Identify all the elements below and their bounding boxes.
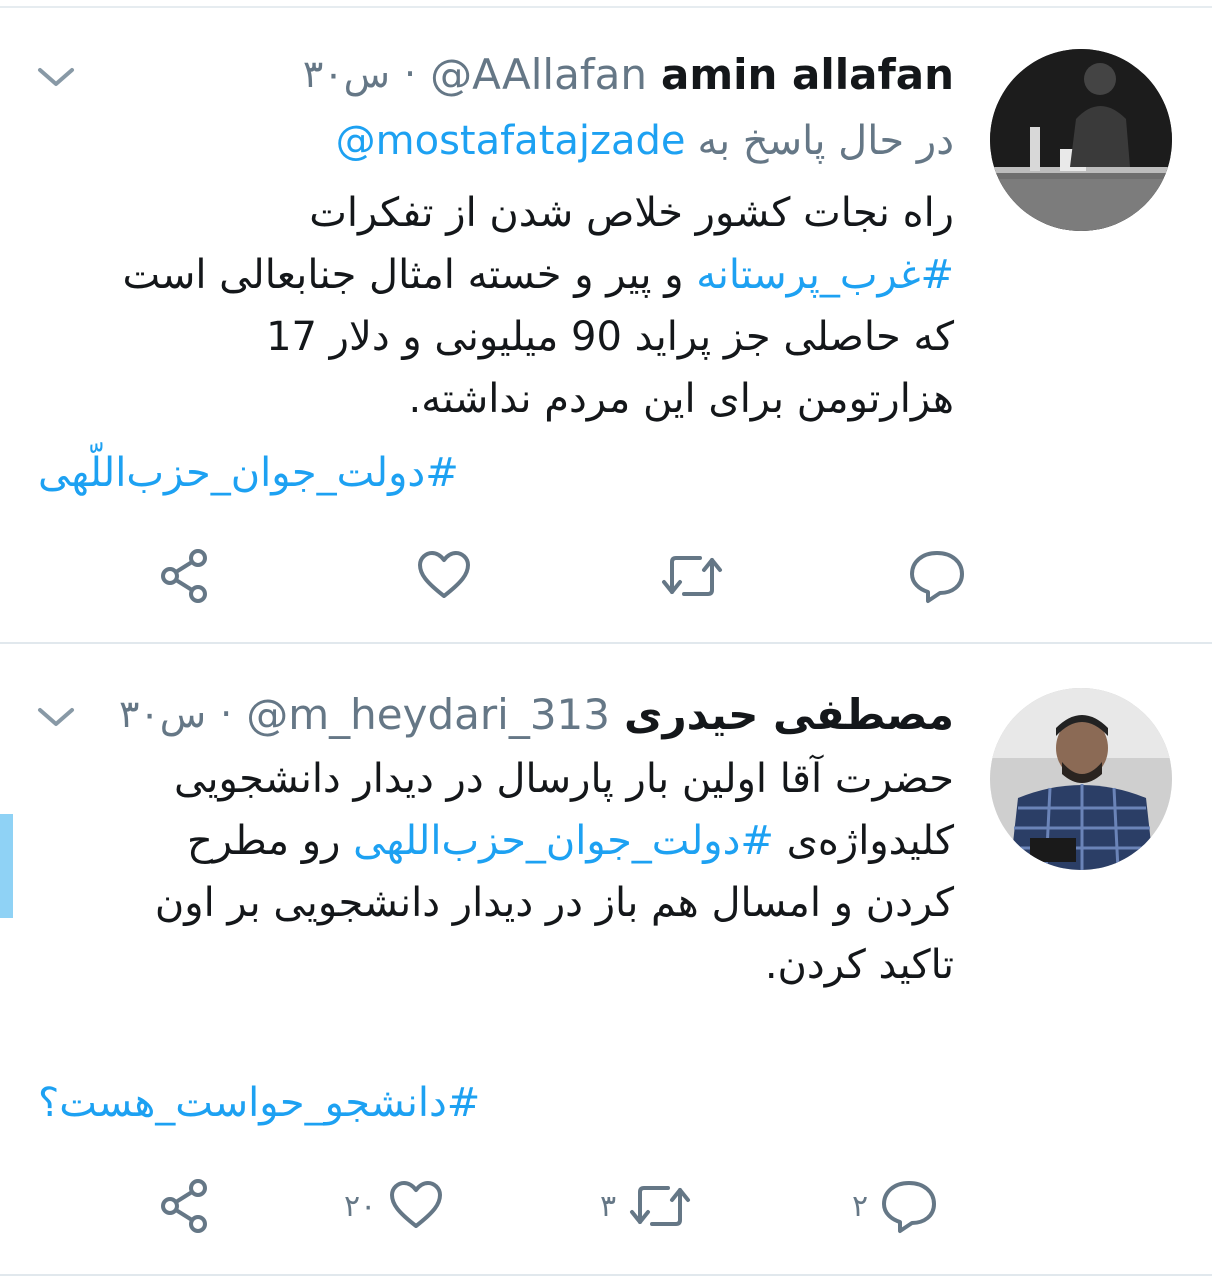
text-line: هزارتومن برای این مردم نداشته. [408, 376, 954, 422]
tweet-header: ۳۰س · @AAllafan amin allafan [303, 46, 954, 102]
chevron-down-icon[interactable] [36, 704, 76, 730]
text-fragment: رو مطرح [186, 818, 341, 864]
retweet-count: ۳ [600, 1188, 617, 1224]
reply-context: در حال پاسخ به @mostafatajzade [336, 118, 954, 164]
text-line: حضرت آقا اولین بار پارسال در دیدار دانشج… [174, 756, 954, 802]
reply-icon [910, 551, 964, 603]
display-name[interactable]: مصطفی حیدری [624, 690, 954, 739]
text-line: تاکید کردن. [764, 942, 954, 988]
text-line: که حاصلی جز پراید 90 میلیونی و دلار 17 [266, 314, 954, 360]
reply-button[interactable] [896, 544, 966, 608]
bottom-divider [0, 1274, 1212, 1276]
share-button[interactable] [156, 1174, 216, 1238]
text-line: کلیدواژه‌ی #دولت_جوان_حزب‌اللهی رو مطرح [155, 810, 954, 872]
timestamp: ۳۰س [302, 52, 391, 96]
retweet-button[interactable]: ۳ [600, 1174, 692, 1238]
text-line: #غرب_پرستانه و پیر و خسته امثال جنابعالی… [123, 244, 954, 306]
user-handle[interactable]: @AAllafan [430, 50, 647, 99]
hashtag-link[interactable]: #دولت_جوان_حزب‌اللهی [353, 818, 774, 864]
like-count: ۲۰ [344, 1188, 377, 1224]
reply-count: ۲ [852, 1188, 869, 1224]
hashtag-link[interactable]: #دانشجو_حواست_هست؟ [38, 1080, 480, 1126]
like-button[interactable]: ۲۰ [344, 1174, 444, 1238]
text-fragment: و پیر و خسته امثال جنابعالی است [122, 252, 684, 298]
tweet-text: حضرت آقا اولین بار پارسال در دیدار دانشج… [155, 748, 954, 996]
avatar[interactable] [990, 688, 1172, 870]
like-icon [390, 1181, 443, 1228]
action-bar [0, 544, 1212, 608]
like-icon [418, 551, 470, 598]
action-bar: ۲۰ ۳ ۲ [0, 1174, 1212, 1238]
text-fragment: کلیدواژه‌ی [786, 818, 954, 864]
user-handle[interactable]: @m_heydari_313 [246, 690, 610, 739]
like-button[interactable] [404, 544, 472, 608]
avatar[interactable] [990, 49, 1172, 231]
chevron-down-icon[interactable] [36, 64, 76, 90]
hashtag-link[interactable]: #غرب_پرستانه [696, 252, 954, 298]
separator-dot: · [220, 692, 233, 736]
text-line: راه نجات کشور خلاص شدن از تفکرات [309, 190, 954, 236]
share-icon [161, 1179, 207, 1233]
retweet-icon [630, 1186, 691, 1226]
tweet-text: راه نجات کشور خلاص شدن از تفکرات #غرب_پر… [123, 182, 954, 430]
display-name[interactable]: amin allafan [661, 50, 954, 99]
retweet-button[interactable] [648, 544, 724, 608]
reply-mention-link[interactable]: @mostafatajzade [336, 118, 686, 164]
share-button[interactable] [156, 544, 216, 608]
timestamp: ۳۰س [118, 692, 207, 736]
reply-button[interactable]: ۲ [852, 1174, 938, 1238]
tweet-2[interactable]: ۳۰س · @m_heydari_313 مصطفی حیدری حضرت آق… [0, 644, 1212, 1276]
separator-dot: · [404, 52, 417, 96]
tweet-header: ۳۰س · @m_heydari_313 مصطفی حیدری [119, 686, 954, 742]
reply-label: در حال پاسخ به [697, 118, 954, 164]
hashtag-link[interactable]: #دولت_جوان_حزب‌اللّهی [38, 450, 459, 496]
retweet-icon [662, 556, 722, 596]
scroll-indicator [0, 814, 13, 918]
reply-icon [882, 1181, 937, 1233]
tweet-1[interactable]: ۳۰س · @AAllafan amin allafan در حال پاسخ… [0, 0, 1212, 642]
share-icon [161, 549, 207, 603]
text-line: کردن و امسال هم باز در دیدار دانشجویی بر… [154, 880, 954, 926]
